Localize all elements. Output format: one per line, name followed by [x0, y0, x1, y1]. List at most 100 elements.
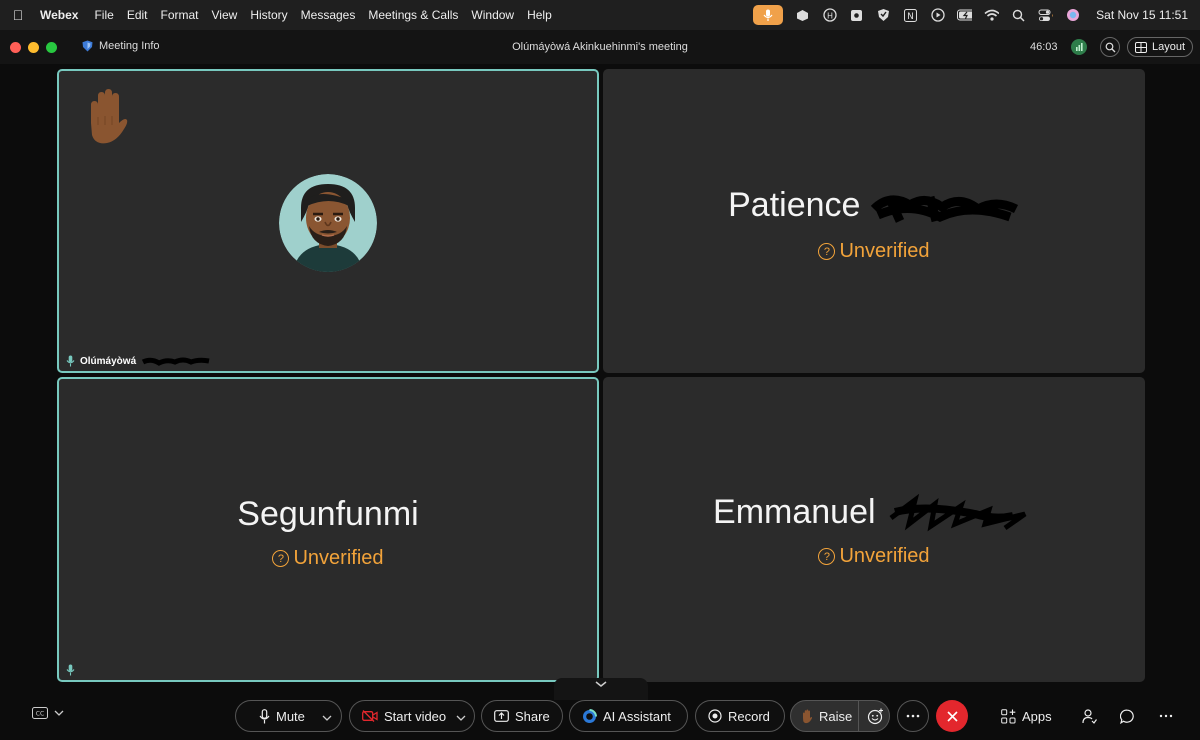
menu-file[interactable]: File	[94, 8, 113, 22]
spotlight-search-icon[interactable]	[1011, 8, 1026, 23]
redacted-scribble	[870, 195, 1018, 223]
chat-button[interactable]	[1120, 700, 1135, 732]
menu-messages[interactable]: Messages	[301, 8, 356, 22]
participant-tile-2[interactable]: Patience ? Unverified	[603, 69, 1145, 373]
video-control: Start video	[349, 700, 475, 732]
more-dots-icon	[906, 714, 920, 718]
box-icon[interactable]	[795, 8, 810, 23]
shield-gear-icon[interactable]	[849, 8, 864, 23]
mute-button[interactable]: Mute	[236, 709, 314, 724]
fullscreen-window-button[interactable]	[46, 41, 57, 53]
status-label: Unverified	[293, 547, 384, 569]
participant-display-name: Emmanuel	[603, 493, 1145, 534]
meeting-info-button[interactable]: Meeting Info	[82, 40, 160, 52]
participants-button[interactable]	[1082, 700, 1097, 732]
control-center-icon[interactable]	[1038, 8, 1054, 23]
participant-name: Emmanuel	[713, 493, 876, 531]
participant-name: Olúmáyòwá	[80, 355, 137, 367]
ai-assistant-button[interactable]: AI Assistant	[569, 700, 688, 732]
minimize-window-button[interactable]	[28, 41, 39, 53]
apple-menu-icon[interactable]: 	[0, 7, 36, 23]
apps-label: Apps	[1022, 708, 1052, 724]
svg-text:H: H	[827, 12, 833, 21]
chat-bubble-icon	[1120, 709, 1134, 724]
closed-captions-control[interactable]: CC	[32, 707, 64, 719]
play-circle-icon[interactable]	[930, 8, 945, 23]
record-label: Record	[728, 708, 770, 724]
vpn-shield-icon[interactable]	[876, 8, 891, 23]
svg-text:CC: CC	[36, 711, 44, 718]
menu-view[interactable]: View	[212, 8, 238, 22]
question-circle-icon: ?	[272, 550, 290, 567]
participant-tile-3[interactable]: Segunfunmi ? Unverified	[57, 377, 599, 682]
share-label: Share	[515, 708, 550, 724]
mic-in-use-icon[interactable]	[753, 5, 784, 25]
mute-control: Mute	[235, 700, 342, 732]
redacted-scribble	[889, 494, 1027, 532]
menu-meetings-calls[interactable]: Meetings & Calls	[368, 8, 458, 22]
apps-button[interactable]: Apps	[1001, 700, 1052, 732]
chevron-down-icon	[322, 715, 332, 721]
microphone-icon	[66, 355, 75, 367]
status-label: Unverified	[839, 240, 930, 262]
share-screen-icon	[494, 710, 509, 722]
meeting-info-label: Meeting Info	[99, 40, 160, 52]
mute-label: Mute	[276, 708, 305, 724]
participant-display-name: Segunfunmi	[237, 495, 419, 533]
microphone-icon	[66, 664, 75, 676]
divider	[858, 700, 859, 732]
menu-help[interactable]: Help	[527, 8, 552, 22]
more-panels-button[interactable]	[1159, 700, 1173, 732]
ai-assistant-icon	[583, 708, 597, 723]
end-meeting-button[interactable]	[936, 700, 968, 732]
close-window-button[interactable]	[10, 41, 21, 53]
video-off-icon	[362, 710, 378, 722]
battery-icon[interactable]	[957, 8, 973, 23]
menu-edit[interactable]: Edit	[127, 8, 148, 22]
menu-history[interactable]: History	[250, 8, 287, 22]
mute-options-dropdown[interactable]	[322, 709, 332, 724]
collapse-drawer-button[interactable]	[554, 678, 648, 700]
participant-name-tag: Olúmáyòwá	[66, 355, 211, 367]
layout-label: Layout	[1151, 41, 1186, 53]
participant-name: Patience	[728, 186, 861, 224]
chevron-down-icon	[456, 715, 466, 721]
raised-hand-icon	[803, 709, 813, 723]
window-titlebar: Meeting Info Olúmáyòwá Akinkuehinmi's me…	[0, 30, 1200, 64]
participant-tile-4[interactable]: Emmanuel ? Unverified	[603, 377, 1145, 682]
avatar	[279, 174, 377, 272]
wifi-icon[interactable]	[984, 8, 1000, 23]
ai-assistant-label: AI Assistant	[603, 708, 671, 724]
raise-hand-button[interactable]: Raise	[791, 709, 858, 724]
notion-icon[interactable]: N	[903, 8, 918, 23]
record-icon	[708, 709, 722, 723]
circle-h-icon[interactable]: H	[822, 8, 837, 23]
share-button[interactable]: Share	[481, 700, 563, 732]
close-icon	[946, 710, 958, 722]
svg-text:N: N	[907, 12, 914, 22]
zoom-icon[interactable]	[1100, 37, 1120, 57]
shield-icon	[82, 40, 93, 52]
start-video-button[interactable]: Start video	[350, 709, 454, 724]
raise-label: Raise	[819, 708, 853, 724]
reactions-control: Raise	[790, 700, 890, 732]
menu-window[interactable]: Window	[471, 8, 514, 22]
start-video-label: Start video	[384, 708, 447, 724]
menu-format[interactable]: Format	[161, 8, 199, 22]
menubar-clock[interactable]: Sat Nov 15 11:51	[1096, 8, 1188, 22]
more-dots-icon	[1159, 714, 1173, 718]
app-menu-webex[interactable]: Webex	[40, 8, 78, 22]
window-controls	[10, 41, 57, 53]
siri-icon[interactable]	[1065, 8, 1080, 23]
question-circle-icon: ?	[818, 243, 836, 260]
record-button[interactable]: Record	[695, 700, 785, 732]
video-options-dropdown[interactable]	[456, 709, 466, 724]
question-circle-icon: ?	[818, 548, 836, 565]
participant-tile-1[interactable]: Olúmáyòwá	[57, 69, 599, 373]
more-options-button[interactable]	[897, 700, 929, 732]
reactions-button[interactable]	[867, 708, 884, 725]
video-stage: Olúmáyòwá Patience ? Unverified Segunfun…	[0, 64, 1200, 740]
network-stats-icon[interactable]	[1071, 39, 1087, 55]
microphone-icon	[259, 708, 270, 723]
layout-button[interactable]: Layout	[1127, 37, 1193, 57]
